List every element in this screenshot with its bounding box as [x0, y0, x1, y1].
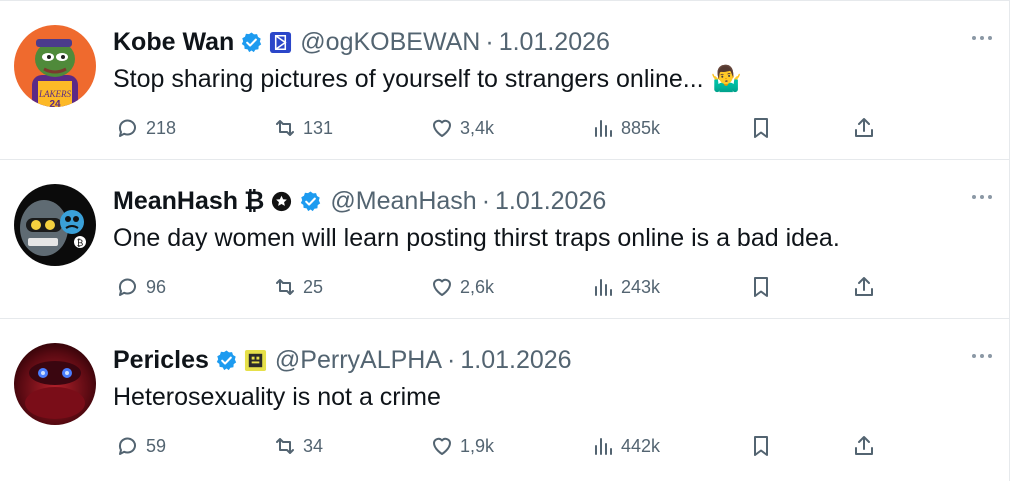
svg-text:24: 24	[49, 99, 61, 107]
bitcoin-icon: ₿	[244, 187, 265, 215]
like-count: 1,9k	[460, 435, 495, 456]
retweet-button[interactable]: 131	[273, 113, 333, 143]
retweet-button[interactable]: 34	[273, 431, 323, 461]
retweet-icon	[276, 438, 294, 454]
share-button[interactable]	[852, 113, 876, 143]
like-button[interactable]: 1,9k	[430, 431, 494, 461]
verified-icon	[216, 349, 237, 370]
more-options-button[interactable]	[969, 349, 995, 363]
tweet-header: MeanHash ₿ @MeanHash · 1.01.2026	[113, 186, 606, 216]
user-handle[interactable]: @MeanHash	[330, 186, 476, 216]
reply-count: 96	[146, 276, 167, 297]
views-icon	[595, 120, 612, 137]
tweet[interactable]: LAKERS 24 Kobe Wan @ogKOBEWAN · 1.01.202…	[0, 1, 1009, 160]
like-button[interactable]: 3,4k	[430, 113, 494, 143]
bookmark-icon	[754, 277, 768, 297]
reply-icon	[118, 278, 136, 296]
tweet-header: Pericles @PerryALPHA · 1.01.2026	[113, 345, 572, 375]
star-badge-icon	[272, 191, 292, 211]
more-icon	[972, 354, 976, 358]
reply-button[interactable]: 96	[116, 272, 166, 302]
display-name[interactable]: Kobe Wan	[113, 27, 234, 57]
reply-count: 59	[146, 435, 167, 456]
reply-count: 218	[146, 117, 177, 138]
verified-icon	[301, 190, 321, 211]
avatar[interactable]: ₿	[14, 184, 96, 266]
svg-text:₿: ₿	[77, 238, 84, 248]
retweet-count: 34	[303, 435, 324, 456]
like-button[interactable]: 2,6k	[430, 272, 494, 302]
view-count: 442k	[621, 435, 661, 456]
separator: ·	[481, 187, 491, 215]
tweet-date[interactable]: 1.01.2026	[495, 186, 606, 216]
reply-icon	[118, 437, 136, 455]
more-icon	[972, 36, 976, 40]
views-icon	[595, 279, 612, 296]
like-count: 3,4k	[460, 117, 495, 138]
tweet-actions: 218 131 3,4k 885k	[0, 113, 1009, 143]
tweet-text: Stop sharing pictures of yourself to str…	[113, 65, 742, 93]
views-button[interactable]: 885k	[591, 113, 660, 143]
share-icon	[855, 118, 873, 137]
display-name[interactable]: Pericles	[113, 345, 209, 375]
view-count: 243k	[621, 276, 661, 297]
share-button[interactable]	[852, 431, 876, 461]
bookmark-icon	[754, 436, 768, 456]
bookmark-button[interactable]	[749, 272, 773, 302]
tweet-actions: 59 34 1,9k 442k	[0, 431, 1009, 461]
retweet-icon	[276, 120, 294, 136]
tweet-text: One day women will learn posting thirst …	[113, 224, 840, 252]
views-button[interactable]: 442k	[591, 431, 660, 461]
more-options-button[interactable]	[969, 31, 995, 45]
tweet[interactable]: Pericles @PerryALPHA · 1.01.2026 Heteros…	[0, 319, 1009, 478]
bookmark-icon	[754, 118, 768, 138]
user-handle[interactable]: @PerryALPHA	[275, 345, 442, 375]
bookmark-button[interactable]	[749, 113, 773, 143]
bookmark-button[interactable]	[749, 431, 773, 461]
views-icon	[595, 438, 612, 455]
view-count: 885k	[621, 117, 661, 138]
share-icon	[855, 277, 873, 296]
retweet-button[interactable]: 25	[273, 272, 323, 302]
avatar[interactable]	[14, 343, 96, 425]
separator: ·	[485, 28, 494, 56]
reply-icon	[118, 119, 136, 137]
affiliate-badge-icon	[270, 31, 292, 53]
avatar[interactable]: LAKERS 24	[14, 25, 96, 107]
views-button[interactable]: 243k	[591, 272, 660, 302]
user-handle[interactable]: @ogKOBEWAN	[300, 27, 480, 57]
tweet-feed: LAKERS 24 Kobe Wan @ogKOBEWAN · 1.01.202…	[0, 0, 1010, 481]
retweet-count: 25	[303, 276, 324, 297]
retweet-icon	[276, 279, 294, 295]
verified-icon	[242, 31, 262, 52]
separator: ·	[447, 346, 456, 374]
share-button[interactable]	[852, 272, 876, 302]
display-name[interactable]: MeanHash	[113, 186, 238, 216]
affiliate-badge-icon	[244, 349, 266, 371]
tweet-date[interactable]: 1.01.2026	[460, 345, 571, 375]
retweet-count: 131	[303, 117, 334, 138]
heart-icon	[433, 437, 451, 455]
tweet-actions: 96 25 2,6k 243k	[0, 272, 1009, 302]
more-options-button[interactable]	[969, 190, 995, 204]
svg-text:LAKERS: LAKERS	[38, 89, 72, 99]
like-count: 2,6k	[460, 276, 495, 297]
share-icon	[855, 436, 873, 455]
heart-icon	[433, 278, 451, 296]
tweet-date[interactable]: 1.01.2026	[499, 27, 610, 57]
reply-button[interactable]: 218	[116, 113, 176, 143]
heart-icon	[433, 119, 451, 137]
reply-button[interactable]: 59	[116, 431, 166, 461]
tweet-text: Heterosexuality is not a crime	[113, 383, 441, 411]
more-icon	[972, 195, 976, 199]
tweet-header: Kobe Wan @ogKOBEWAN · 1.01.2026	[113, 27, 610, 57]
tweet[interactable]: ₿ MeanHash ₿ @MeanHash · 1.01.2026 One d…	[0, 160, 1009, 319]
